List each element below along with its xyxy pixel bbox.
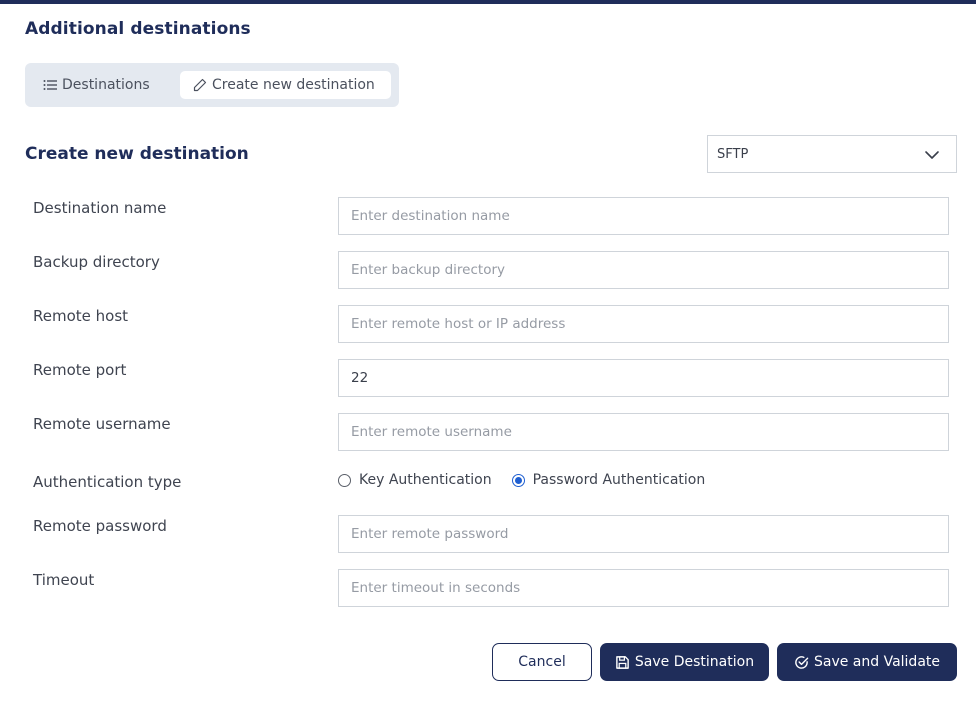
tab-create-new-destination[interactable]: Create new destination xyxy=(180,71,391,99)
page-title: Additional destinations xyxy=(25,19,251,39)
key-authentication-label: Key Authentication xyxy=(359,472,492,488)
protocol-select-value: SFTP xyxy=(717,146,749,162)
radio-unchecked-icon[interactable] xyxy=(338,473,351,487)
protocol-select[interactable]: SFTP xyxy=(707,135,957,173)
password-authentication-label: Password Authentication xyxy=(532,472,706,488)
pencil-icon xyxy=(193,78,207,92)
password-authentication-radio[interactable]: Password Authentication xyxy=(511,472,706,488)
radio-checked-icon[interactable] xyxy=(511,473,525,487)
backup-directory-input[interactable] xyxy=(338,251,949,289)
timeout-label: Timeout xyxy=(33,571,95,589)
timeout-input[interactable] xyxy=(338,569,949,607)
remote-port-label: Remote port xyxy=(33,361,127,379)
destination-name-input[interactable] xyxy=(338,197,949,235)
remote-username-input[interactable] xyxy=(338,413,949,451)
tab-destinations-label: Destinations xyxy=(62,77,150,93)
form-title: Create new destination xyxy=(25,144,249,164)
remote-host-input[interactable] xyxy=(338,305,949,343)
chevron-down-icon xyxy=(925,151,939,159)
save-destination-button[interactable]: Save Destination xyxy=(600,643,769,681)
save-and-validate-button[interactable]: Save and Validate xyxy=(777,643,957,681)
top-accent-bar xyxy=(0,0,976,4)
authentication-type-label: Authentication type xyxy=(33,473,182,491)
remote-password-input[interactable] xyxy=(338,515,949,553)
check-circle-icon xyxy=(795,655,809,669)
remote-port-input[interactable] xyxy=(338,359,949,397)
list-icon xyxy=(43,80,57,90)
remote-host-label: Remote host xyxy=(33,307,129,325)
tab-destinations[interactable]: Destinations xyxy=(43,71,150,99)
destination-name-label: Destination name xyxy=(33,199,167,217)
cancel-button[interactable]: Cancel xyxy=(492,643,592,681)
save-destination-label: Save Destination xyxy=(634,654,755,670)
cancel-button-label: Cancel xyxy=(518,654,566,670)
authentication-type-radio-group: Key Authentication Password Authenticati… xyxy=(338,472,725,488)
key-authentication-radio[interactable]: Key Authentication xyxy=(338,472,492,488)
save-and-validate-label: Save and Validate xyxy=(813,654,941,670)
tab-create-label: Create new destination xyxy=(212,77,375,93)
remote-password-label: Remote password xyxy=(33,517,167,535)
save-icon xyxy=(616,655,629,669)
tab-bar: Destinations Create new destination xyxy=(25,63,399,107)
remote-username-label: Remote username xyxy=(33,415,171,433)
backup-directory-label: Backup directory xyxy=(33,253,160,271)
